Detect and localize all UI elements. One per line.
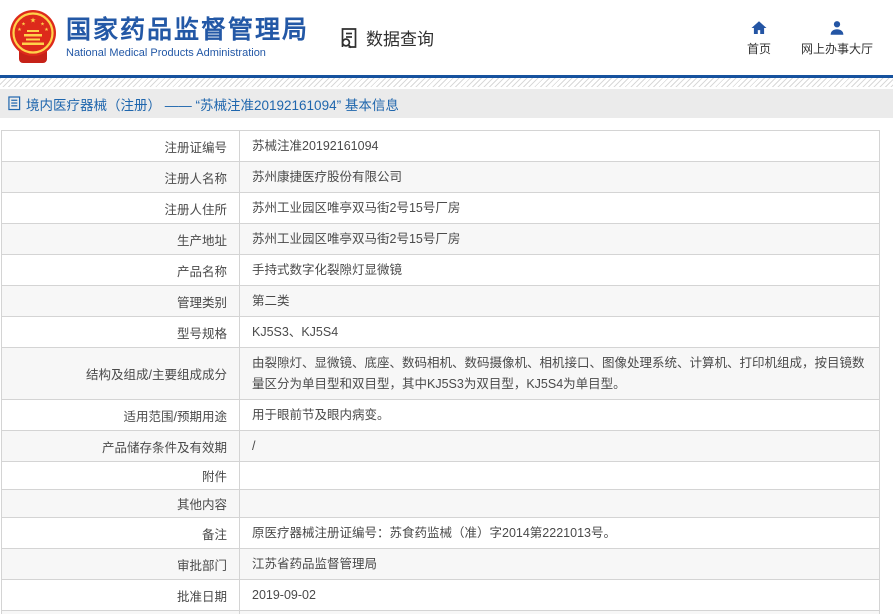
- nav-service-hall[interactable]: 网上办事大厅: [801, 19, 873, 57]
- data-query-entry[interactable]: 数据查询: [337, 25, 434, 50]
- row-label-text: 附件: [201, 470, 227, 484]
- row-value: 江苏省药品监督管理局: [252, 557, 378, 571]
- row-label-text: 注册人名称: [164, 171, 227, 186]
- row-label: 型号规格: [2, 317, 240, 347]
- row-label: 产品名称: [2, 255, 240, 285]
- row-label-text: 备注: [201, 527, 227, 542]
- row-label-text: 适用范围/预期用途: [123, 409, 227, 424]
- row-label: 产品储存条件及有效期: [2, 431, 240, 461]
- top-nav: 首页 网上办事大厅: [747, 19, 879, 57]
- table-row: 生产地址 苏州工业园区唯亭双马街2号15号厂房: [2, 224, 879, 255]
- row-value: 苏州工业园区唯亭双马街2号15号厂房: [252, 232, 461, 246]
- home-icon: [750, 19, 768, 37]
- info-table: 注册证编号 苏械注准20192161094 注册人名称 苏州康捷医疗股份有限公司 注册人…: [1, 130, 880, 614]
- row-value: 用于眼前节及眼内病变。: [252, 408, 390, 422]
- row-label: 备注: [2, 518, 240, 548]
- table-row: 型号规格 KJ5S3、KJ5S4: [2, 317, 879, 348]
- data-query-label: 数据查询: [366, 30, 435, 49]
- row-label-text: 注册证编号: [164, 140, 227, 155]
- hatch-band: [0, 78, 893, 87]
- table-row: 注册人名称 苏州康捷医疗股份有限公司: [2, 162, 879, 193]
- row-label: 审批部门: [2, 549, 240, 579]
- row-label-text: 管理类别: [176, 295, 227, 310]
- nav-service-hall-label: 网上办事大厅: [800, 41, 873, 56]
- row-label-text: 生产地址: [176, 233, 227, 248]
- row-value: [240, 490, 879, 517]
- row-value: 2019-09-02: [252, 588, 316, 602]
- row-label: 生产地址: [2, 224, 240, 254]
- row-label: 管理类别: [2, 286, 240, 316]
- document-icon: [8, 96, 21, 111]
- row-label: 注册人住所: [2, 193, 240, 223]
- row-value: 手持式数字化裂隙灯显微镜: [252, 263, 403, 277]
- row-value: 苏州康捷医疗股份有限公司: [252, 170, 403, 184]
- svg-text:★: ★: [44, 27, 49, 33]
- row-label-text: 结构及组成/主要组成成分: [86, 368, 227, 382]
- table-row: 结构及组成/主要组成成分 由裂隙灯、显微镜、底座、数码相机、数码摄像机、相机接口、…: [2, 348, 879, 400]
- row-label-text: 型号规格: [176, 326, 227, 341]
- national-emblem-icon: ★ ★ ★ ★ ★: [8, 9, 58, 67]
- data-query-icon: [337, 26, 361, 50]
- site-title: 国家药品监督管理局: [66, 16, 310, 45]
- table-row: 批准日期 2019-09-02: [2, 580, 879, 611]
- row-label: 注册证编号: [2, 131, 240, 161]
- nav-home-label: 首页: [746, 41, 771, 56]
- row-label-text: 批准日期: [176, 589, 227, 604]
- page-header: ★ ★ ★ ★ ★ 国家药品监督管理局 National Medical Pro…: [0, 0, 893, 75]
- row-label: 附件: [2, 462, 240, 489]
- row-label: 注册人名称: [2, 162, 240, 192]
- table-row: 备注 原医疗器械注册证编号：苏食药监械（准）字2014第2221013号。: [2, 518, 879, 549]
- breadcrumb: 境内医疗器械（注册） —— “苏械注准20192161094” 基本信息: [0, 89, 893, 118]
- table-row: 审批部门 江苏省药品监督管理局: [2, 549, 879, 580]
- row-value: 苏械注准20192161094: [252, 139, 379, 153]
- row-value: [240, 462, 879, 489]
- table-row: 产品储存条件及有效期 /: [2, 431, 879, 462]
- row-label-text: 审批部门: [176, 558, 227, 573]
- table-row: 附件: [2, 462, 879, 490]
- table-row: 注册人住所 苏州工业园区唯亭双马街2号15号厂房: [2, 193, 879, 224]
- row-value: KJ5S3、KJ5S4: [252, 325, 339, 339]
- row-value: 原医疗器械注册证编号：苏食药监械（准）字2014第2221013号。: [252, 526, 616, 540]
- table-row: 其他内容: [2, 490, 879, 518]
- row-value: /: [252, 439, 256, 453]
- row-value: 第二类: [252, 294, 290, 308]
- table-row: 适用范围/预期用途 用于眼前节及眼内病变。: [2, 400, 879, 431]
- row-label-text: 其他内容: [176, 498, 227, 512]
- row-label: 其他内容: [2, 490, 240, 517]
- row-label: 适用范围/预期用途: [2, 400, 240, 430]
- person-icon: [828, 19, 846, 37]
- breadcrumb-text: 境内医疗器械（注册） —— “苏械注准20192161094” 基本信息: [26, 97, 399, 113]
- row-label: 结构及组成/主要组成成分: [2, 348, 240, 399]
- site-logo: ★ ★ ★ ★ ★ 国家药品监督管理局 National Medical Pro…: [8, 9, 309, 67]
- nav-home[interactable]: 首页: [747, 19, 771, 57]
- table-row: 注册证编号 苏械注准20192161094: [2, 131, 879, 162]
- table-row: 产品名称 手持式数字化裂隙灯显微镜: [2, 255, 879, 286]
- site-title-block: 国家药品监督管理局 National Medical Products Admi…: [66, 16, 309, 59]
- row-value: 由裂隙灯、显微镜、底座、数码相机、数码摄像机、相机接口、图像处理系统、计算机、打…: [252, 356, 865, 391]
- svg-text:★: ★: [30, 16, 36, 24]
- svg-text:★: ★: [17, 27, 22, 33]
- row-label: 批准日期: [2, 580, 240, 610]
- svg-text:★: ★: [21, 21, 26, 27]
- row-value: 苏州工业园区唯亭双马街2号15号厂房: [252, 201, 461, 215]
- row-label-text: 产品名称: [176, 264, 227, 279]
- row-label-text: 注册人住所: [164, 202, 227, 217]
- site-subtitle: National Medical Products Administration: [66, 46, 266, 59]
- table-row: 管理类别 第二类: [2, 286, 879, 317]
- row-label-text: 产品储存条件及有效期: [101, 440, 227, 455]
